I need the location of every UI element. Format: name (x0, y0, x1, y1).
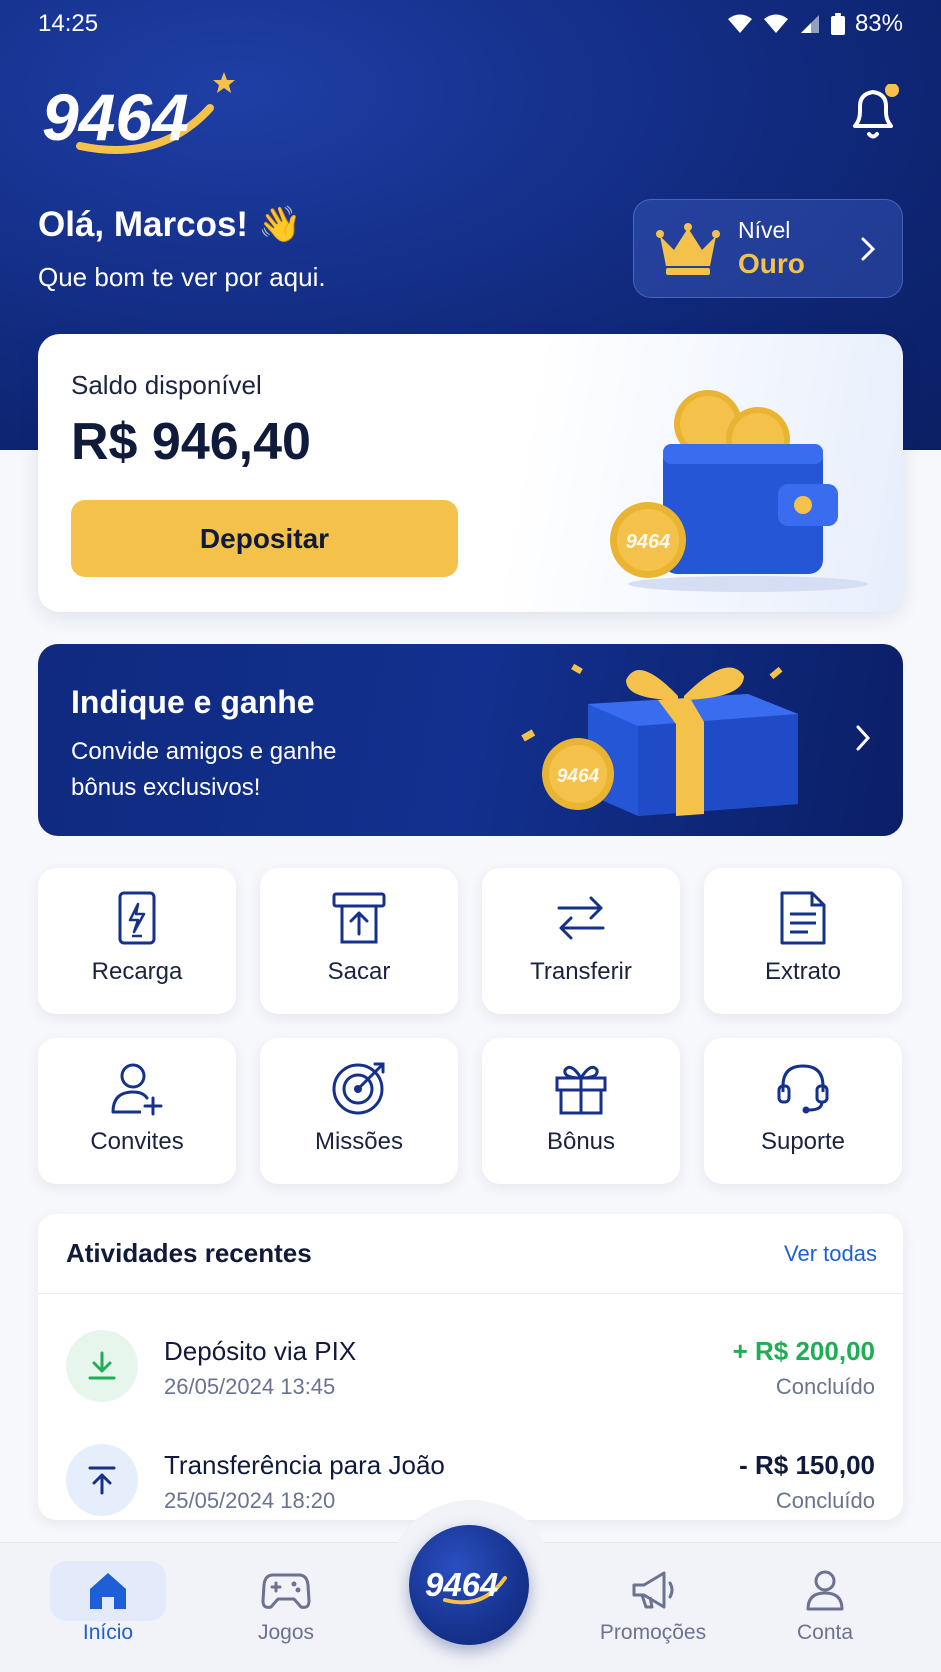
target-icon (332, 1062, 385, 1115)
action-label: Extrato (764, 958, 842, 985)
activity-title: Transferência para João (164, 1450, 445, 1480)
action-sacar[interactable]: Sacar (260, 868, 458, 1014)
statement-icon (780, 891, 826, 945)
activity-status: Concluído (775, 1374, 875, 1399)
referral-banner[interactable]: Indique e ganhe Convide amigos e ganhe b… (38, 644, 903, 836)
referral-description: Convide amigos e ganhe bônus exclusivos! (71, 738, 337, 801)
gift-icon (555, 1065, 607, 1115)
user-plus-icon (111, 1063, 163, 1116)
activity-amount: - R$ 150,00 (739, 1450, 875, 1480)
wifi-icon (727, 14, 752, 33)
activity-title: Atividades recentes (66, 1238, 312, 1268)
nav-label: Promoções (599, 1621, 707, 1644)
level-value: Ouro (738, 248, 805, 279)
brand-logo-text: 9464 (42, 80, 189, 154)
action-label: Transferir (530, 958, 632, 985)
chevron-right-icon (856, 725, 871, 751)
activity-amount: + R$ 200,00 (732, 1336, 875, 1366)
activity-title: Depósito via PIX (164, 1336, 357, 1366)
recent-activity-card: Atividades recentes Ver todas Depósito v… (38, 1214, 903, 1520)
nav-label: Início (82, 1621, 134, 1644)
home-icon (90, 1573, 126, 1609)
brand-logo: 9464 (42, 72, 235, 155)
nav-item-jogos[interactable]: Jogos (211, 1543, 361, 1672)
referral-title: Indique e ganhe (71, 684, 315, 720)
battery-icon (830, 13, 845, 35)
action-label: Bônus (546, 1128, 616, 1155)
coin-text: 9464 (626, 531, 671, 553)
download-icon (66, 1330, 138, 1402)
action-label: Recarga (91, 958, 183, 985)
activity-date: 25/05/2024 18:20 (164, 1488, 336, 1513)
action-bonus[interactable]: Bônus (482, 1038, 680, 1184)
balance-label: Saldo disponível (71, 370, 262, 400)
coin-text: 9464 (557, 766, 600, 787)
withdraw-icon (332, 892, 386, 944)
action-label: Sacar (327, 958, 391, 985)
greeting-subtitle: Que bom te ver por aqui. (38, 262, 326, 292)
transfer-arrows-icon (557, 896, 605, 940)
status-bar: 14:25 83% (0, 0, 941, 48)
nav-item-inicio[interactable]: Início (33, 1543, 183, 1672)
signal-icon (800, 15, 819, 33)
wallet-illustration: 9464 (610, 390, 868, 592)
nav-item-conta[interactable]: Conta (750, 1543, 900, 1672)
wave-emoji: 👋 (258, 205, 302, 244)
level-label: Nível (738, 217, 791, 243)
nav-label: Conta (796, 1621, 854, 1644)
greeting-text: Olá, Marcos! (38, 204, 249, 244)
level-card[interactable]: Nível Ouro (633, 199, 903, 298)
battery-percent: 83% (854, 10, 903, 37)
action-extrato[interactable]: Extrato (704, 868, 902, 1014)
status-icons: 83% (727, 10, 903, 38)
headset-icon (777, 1064, 829, 1114)
user-icon (806, 1570, 844, 1611)
action-transferir[interactable]: Transferir (482, 868, 680, 1014)
status-time: 14:25 (38, 10, 99, 37)
center-home-logo-button[interactable]: 9464 (409, 1525, 529, 1645)
brand-logo: 9464 (425, 1566, 507, 1605)
activity-date: 26/05/2024 13:45 (164, 1374, 336, 1399)
crown-icon (656, 222, 720, 275)
activity-header: Atividades recentes Ver todas (38, 1214, 903, 1294)
action-suporte[interactable]: Suporte (704, 1038, 902, 1184)
gamepad-icon (261, 1573, 311, 1609)
action-recarga[interactable]: Recarga (38, 868, 236, 1014)
nav-label: Jogos (257, 1621, 315, 1644)
notification-bell-icon[interactable] (846, 84, 900, 140)
megaphone-icon (632, 1571, 674, 1609)
action-label: Suporte (760, 1128, 846, 1155)
activity-status: Concluído (775, 1488, 875, 1513)
gift-illustration: 9464 (521, 663, 798, 816)
chevron-right-icon (861, 237, 876, 261)
action-missoes[interactable]: Missões (260, 1038, 458, 1184)
activity-row[interactable]: Depósito via PIX 26/05/2024 13:45 + R$ 2… (38, 1312, 903, 1422)
balance-amount: R$ 946,40 (71, 413, 311, 471)
phone-bolt-icon (118, 891, 156, 945)
action-convites[interactable]: Convites (38, 1038, 236, 1184)
wifi-icon (763, 14, 788, 33)
upload-icon (66, 1444, 138, 1516)
action-label: Convites (90, 1128, 184, 1155)
action-label: Missões (314, 1128, 404, 1155)
see-all-link[interactable]: Ver todas (784, 1241, 877, 1267)
greeting: Olá, Marcos! 👋 (38, 204, 302, 245)
center-logo-text: 9464 (425, 1566, 498, 1603)
nav-item-promocoes[interactable]: Promoções (578, 1543, 728, 1672)
deposit-button[interactable]: Depositar (71, 500, 458, 577)
balance-card: Saldo disponível R$ 946,40 Depositar 946… (38, 334, 903, 612)
